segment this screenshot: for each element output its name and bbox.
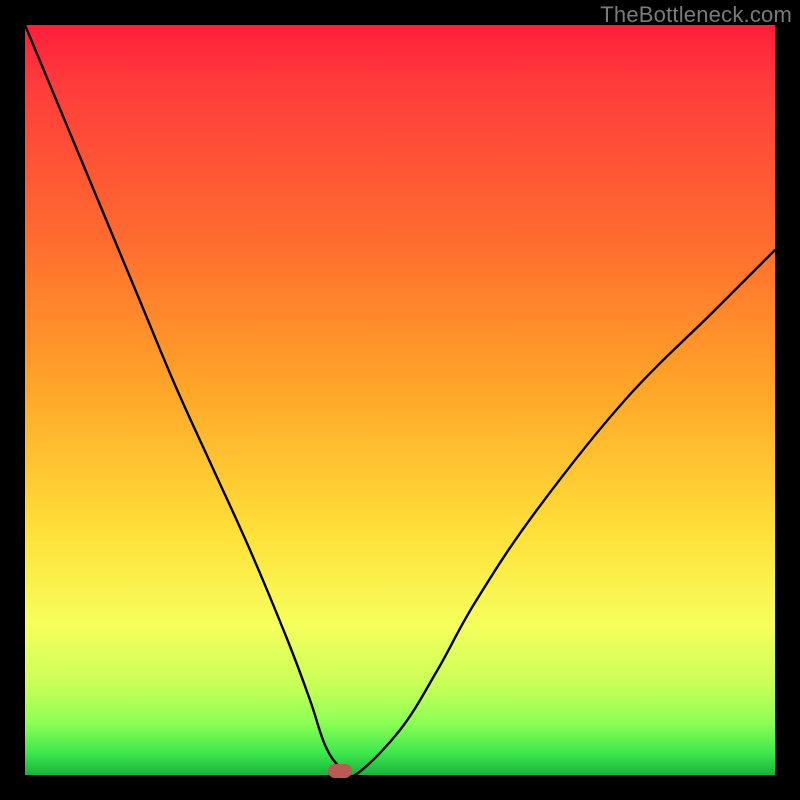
chart-frame: TheBottleneck.com	[0, 0, 800, 800]
bottleneck-curve	[25, 25, 775, 775]
plot-area	[25, 25, 775, 775]
optimal-marker	[328, 764, 352, 778]
